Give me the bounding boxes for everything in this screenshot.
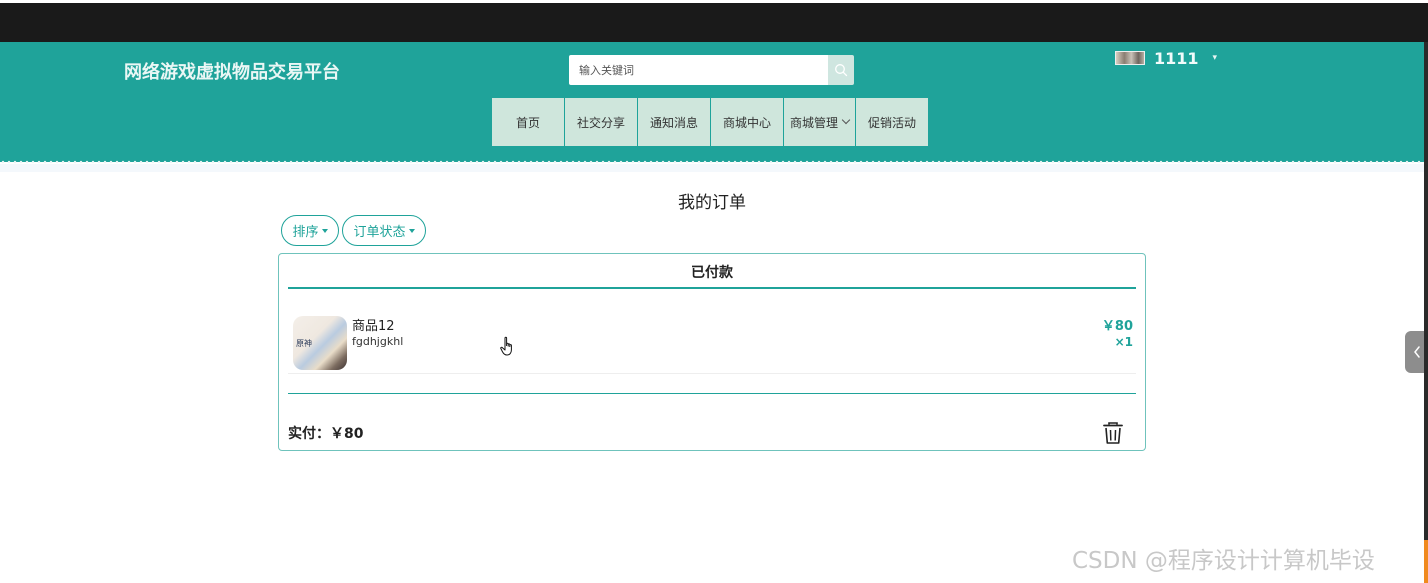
nav-item-mall[interactable]: 商城中心 xyxy=(711,98,783,146)
page-title: 我的订单 xyxy=(678,193,746,213)
main-nav: 首页 社交分享 通知消息 商城中心 商城管理 促销活动 xyxy=(492,98,929,146)
watermark: CSDN @程序设计计算机毕设 xyxy=(1072,548,1375,574)
user-menu[interactable]: 1111 ▾ xyxy=(1115,48,1217,68)
nav-item-label: 促销活动 xyxy=(867,115,916,130)
hand-cursor-icon xyxy=(500,336,512,356)
caret-down-icon: ▾ xyxy=(1212,53,1218,63)
nav-item-notice[interactable]: 通知消息 xyxy=(638,98,710,146)
divider xyxy=(288,393,1136,394)
thumbnail-logo-text: 原神 xyxy=(296,339,312,348)
search-button[interactable] xyxy=(828,55,854,85)
nav-item-label: 社交分享 xyxy=(576,115,625,130)
product-name: 商品12 xyxy=(352,319,395,334)
divider xyxy=(288,287,1136,289)
search-box xyxy=(569,55,829,85)
nav-item-label: 首页 xyxy=(515,115,540,130)
nav-item-home[interactable]: 首页 xyxy=(492,98,564,146)
trash-icon[interactable] xyxy=(1102,421,1124,445)
sort-button[interactable]: 排序 xyxy=(281,215,339,246)
product-thumbnail[interactable]: 原神 xyxy=(293,316,347,370)
chevron-down-icon xyxy=(841,115,851,125)
nav-item-social[interactable]: 社交分享 xyxy=(565,98,637,146)
product-qty: ×1 xyxy=(1114,335,1133,349)
order-status: 已付款 xyxy=(691,265,733,281)
scrollbar-accent xyxy=(1424,540,1428,583)
search-icon xyxy=(835,64,848,77)
order-card: 已付款 原神 商品12 fgdhjgkhl ￥80 ×1 实付：￥80 xyxy=(278,253,1146,451)
top-edge xyxy=(0,0,1428,3)
scrollbar[interactable] xyxy=(1424,42,1428,583)
avatar xyxy=(1115,51,1145,65)
search-input[interactable] xyxy=(569,55,829,85)
nav-item-label: 商城管理 xyxy=(789,115,838,130)
username: 1111 xyxy=(1154,48,1199,68)
order-status-label: 订单状态 xyxy=(353,225,406,240)
caret-down-icon xyxy=(321,228,328,233)
sort-label: 排序 xyxy=(292,225,319,240)
header-strip xyxy=(0,164,1424,172)
nav-item-label: 通知消息 xyxy=(649,115,698,130)
product-desc: fgdhjgkhl xyxy=(352,335,404,348)
order-status-button[interactable]: 订单状态 xyxy=(342,215,426,246)
nav-item-mall-manage[interactable]: 商城管理 xyxy=(784,98,855,146)
caret-down-icon xyxy=(408,228,415,233)
order-item-row[interactable]: 原神 商品12 fgdhjgkhl ￥80 ×1 xyxy=(288,310,1136,374)
nav-item-promotion[interactable]: 促销活动 xyxy=(856,98,928,146)
product-price: ￥80 xyxy=(1101,319,1133,334)
nav-item-label: 商城中心 xyxy=(722,115,771,130)
site-title[interactable]: 网络游戏虚拟物品交易平台 xyxy=(124,58,340,84)
chevron-left-icon xyxy=(1413,346,1420,358)
browser-top-bar xyxy=(0,0,1428,42)
order-total: 实付：￥80 xyxy=(288,426,364,442)
